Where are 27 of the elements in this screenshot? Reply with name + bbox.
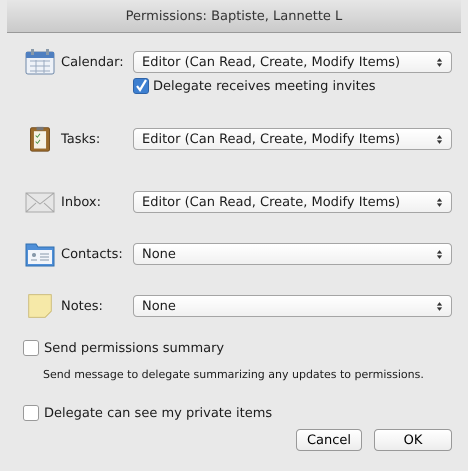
folder-label: Inbox: <box>61 194 102 210</box>
updown-arrows-icon <box>436 248 443 260</box>
window-title: Permissions: Baptiste, Lannette L <box>126 8 342 24</box>
permission-dropdown[interactable]: Editor (Can Read, Create, Modify Items) <box>133 51 452 73</box>
calendar-icon <box>25 49 55 75</box>
folder-label: Contacts: <box>61 246 124 262</box>
checkbox[interactable] <box>23 405 39 421</box>
checkbox-label: Send permissions summary <box>44 340 224 356</box>
updown-arrows-icon <box>436 134 443 144</box>
folder-label: Calendar: <box>61 54 125 70</box>
cancel-button[interactable]: Cancel <box>296 429 362 451</box>
permission-dropdown[interactable]: Editor (Can Read, Create, Modify Items) <box>133 191 452 213</box>
description-text: Send message to delegate summarizing any updates to permissions. <box>43 368 425 381</box>
folder-label: Tasks: <box>61 132 102 146</box>
permission-dropdown[interactable]: None <box>133 295 452 317</box>
updown-arrows-icon <box>436 300 443 312</box>
folder-label: Notes: <box>61 298 104 314</box>
checkbox-label: Delegate can see my private items <box>44 406 272 420</box>
permission-dropdown[interactable]: None <box>133 243 452 265</box>
checkbox[interactable] <box>23 340 39 356</box>
address-book-icon <box>25 241 55 267</box>
updown-arrows-icon <box>436 56 443 68</box>
checkbox[interactable] <box>133 78 149 94</box>
updown-arrows-icon <box>436 196 443 208</box>
ok-button[interactable]: OK <box>374 429 452 451</box>
checkbox-label: Delegate receives meeting invites <box>153 78 376 94</box>
permission-dropdown[interactable]: Editor (Can Read, Create, Modify Items) <box>133 128 452 150</box>
